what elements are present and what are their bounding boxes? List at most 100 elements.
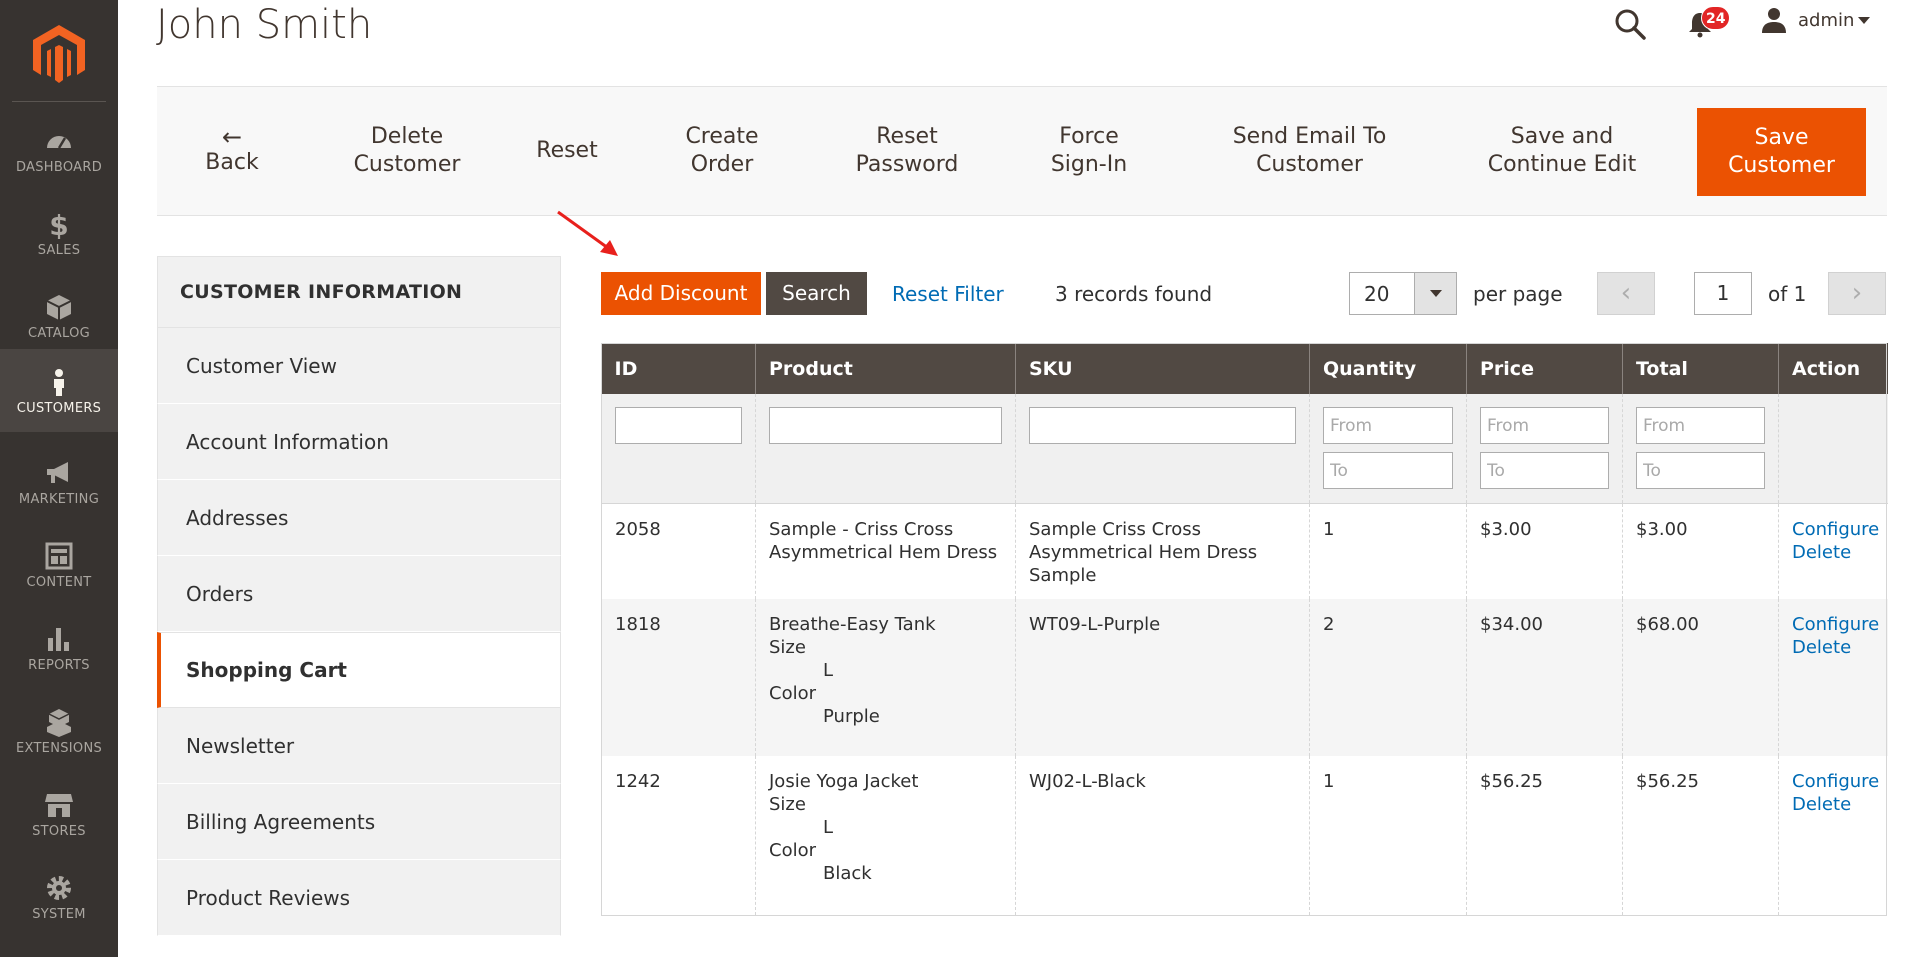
cell-price: $34.00 — [1466, 599, 1623, 756]
storefront-icon — [45, 794, 73, 817]
per-page-value: 20 — [1364, 282, 1390, 306]
tab-account-information[interactable]: Account Information — [157, 404, 561, 480]
id-filter-input[interactable] — [615, 407, 742, 444]
save-customer-button[interactable]: Save Customer — [1697, 108, 1866, 196]
menu-item-stores[interactable]: STORES — [0, 772, 118, 855]
save-and-continue-label: Save and Continue Edit — [1487, 124, 1637, 177]
column-header-sku[interactable]: SKU — [1015, 343, 1310, 394]
reset-button[interactable]: Reset — [527, 87, 607, 215]
delete-link[interactable]: Delete — [1792, 636, 1875, 659]
magento-logo-icon[interactable] — [33, 25, 85, 85]
user-menu-name[interactable]: admin — [1798, 10, 1854, 31]
next-page-button[interactable]: › — [1828, 272, 1886, 315]
grid-header-row: ID Product SKU Quantity Price Total Acti… — [601, 343, 1888, 394]
configure-link[interactable]: Configure — [1792, 770, 1879, 793]
menu-label: CUSTOMERS — [16, 401, 102, 416]
chevron-down-icon[interactable] — [1858, 17, 1870, 24]
cell-total: $3.00 — [1622, 503, 1779, 599]
svg-text:$: $ — [49, 209, 68, 239]
table-row: 1242 Josie Yoga Jacket Size L Color Blac… — [601, 756, 1888, 915]
cube-icon — [46, 295, 72, 320]
delete-link[interactable]: Delete — [1792, 793, 1875, 816]
tab-orders[interactable]: Orders — [157, 556, 561, 632]
annotation-arrow-icon — [557, 210, 618, 256]
menu-item-dashboard[interactable]: DASHBOARD — [0, 108, 118, 191]
cell-price: $56.25 — [1466, 756, 1623, 915]
configure-link[interactable]: Configure — [1792, 613, 1879, 636]
dollar-icon: $ — [49, 209, 68, 239]
menu-item-sales[interactable]: $ SALES — [0, 191, 118, 274]
quantity-from-input[interactable] — [1323, 407, 1453, 444]
cell-id: 2058 — [601, 503, 756, 599]
menu-label: SALES — [37, 243, 81, 258]
create-order-button[interactable]: Create Order — [672, 87, 772, 215]
notification-count-badge[interactable]: 24 — [1701, 6, 1731, 30]
menu-item-content[interactable]: CONTENT — [0, 523, 118, 606]
reset-password-button[interactable]: Reset Password — [842, 87, 972, 215]
column-header-id[interactable]: ID — [601, 343, 756, 394]
cell-action: Configure Delete — [1778, 756, 1888, 915]
cell-product: Breathe-Easy Tank Size L Color Purple — [755, 599, 1016, 756]
menu-label: CONTENT — [26, 575, 92, 590]
delete-customer-button[interactable]: Delete Customer — [342, 87, 472, 215]
cell-sku: WJ02-L-Black — [1015, 756, 1310, 915]
menu-item-catalog[interactable]: CATALOG — [0, 274, 118, 357]
per-page-label: per page — [1473, 282, 1563, 306]
tab-customer-view[interactable]: Customer View — [157, 328, 561, 404]
chevron-down-icon[interactable] — [1414, 273, 1456, 314]
tab-billing-agreements[interactable]: Billing Agreements — [157, 784, 561, 860]
previous-page-button[interactable]: ‹ — [1597, 272, 1655, 315]
menu-item-extensions[interactable]: EXTENSIONS — [0, 689, 118, 772]
option-value: L — [823, 660, 834, 681]
menu-item-marketing[interactable]: MARKETING — [0, 440, 118, 523]
menu-item-customers[interactable]: CUSTOMERS — [0, 349, 118, 432]
save-and-continue-button[interactable]: Save and Continue Edit — [1477, 87, 1647, 215]
sku-filter-input[interactable] — [1029, 407, 1296, 444]
back-button[interactable]: ← Back — [177, 87, 287, 215]
send-email-button[interactable]: Send Email To Customer — [1222, 87, 1397, 215]
back-button-label: Back — [205, 150, 259, 175]
cell-quantity: 1 — [1309, 756, 1467, 915]
customer-information-title: CUSTOMER INFORMATION — [157, 256, 561, 328]
quantity-to-input[interactable] — [1323, 452, 1453, 489]
price-from-input[interactable] — [1480, 407, 1609, 444]
column-header-quantity[interactable]: Quantity — [1309, 343, 1467, 394]
person-icon — [54, 369, 64, 396]
current-page-input[interactable]: 1 — [1694, 272, 1752, 315]
search-icon[interactable] — [1614, 8, 1646, 40]
user-icon[interactable] — [1760, 6, 1788, 34]
menu-label: MARKETING — [18, 492, 100, 507]
menu-item-reports[interactable]: REPORTS — [0, 606, 118, 689]
search-button[interactable]: Search — [766, 272, 867, 315]
menu-label: SYSTEM — [32, 907, 86, 922]
cell-quantity: 1 — [1309, 503, 1467, 599]
tab-newsletter[interactable]: Newsletter — [157, 708, 561, 784]
column-header-price[interactable]: Price — [1466, 343, 1623, 394]
megaphone-icon — [47, 462, 68, 483]
tab-product-reviews[interactable]: Product Reviews — [157, 860, 561, 936]
column-header-product[interactable]: Product — [755, 343, 1016, 394]
add-discount-button[interactable]: Add Discount — [601, 272, 761, 315]
menu-label: DASHBOARD — [15, 160, 103, 175]
product-filter-input[interactable] — [769, 407, 1002, 444]
menu-item-system[interactable]: SYSTEM — [0, 855, 118, 938]
send-email-label: Send Email To Customer — [1232, 124, 1387, 177]
delete-link[interactable]: Delete — [1792, 541, 1875, 564]
tab-addresses[interactable]: Addresses — [157, 480, 561, 556]
records-found-count: 3 records found — [1055, 282, 1213, 306]
option-value: L — [823, 817, 834, 838]
price-to-input[interactable] — [1480, 452, 1609, 489]
total-from-input[interactable] — [1636, 407, 1765, 444]
force-sign-in-button[interactable]: Force Sign-In — [1039, 87, 1139, 215]
column-header-total[interactable]: Total — [1622, 343, 1779, 394]
cell-id: 1242 — [601, 756, 756, 915]
tab-shopping-cart[interactable]: Shopping Cart — [157, 632, 561, 708]
total-to-input[interactable] — [1636, 452, 1765, 489]
product-name: Breathe-Easy Tank — [769, 614, 936, 635]
per-page-select[interactable]: 20 — [1349, 272, 1457, 315]
configure-link[interactable]: Configure — [1792, 518, 1879, 541]
reset-filter-link[interactable]: Reset Filter — [892, 282, 1004, 306]
shopping-cart-grid: ID Product SKU Quantity Price Total Acti… — [601, 343, 1888, 915]
admin-menu: DASHBOARD $ SALES CATALOG CUSTOMERS MARK… — [0, 0, 118, 957]
page-actions-toolbar: ← Back Delete Customer Reset Create Orde… — [157, 86, 1887, 216]
